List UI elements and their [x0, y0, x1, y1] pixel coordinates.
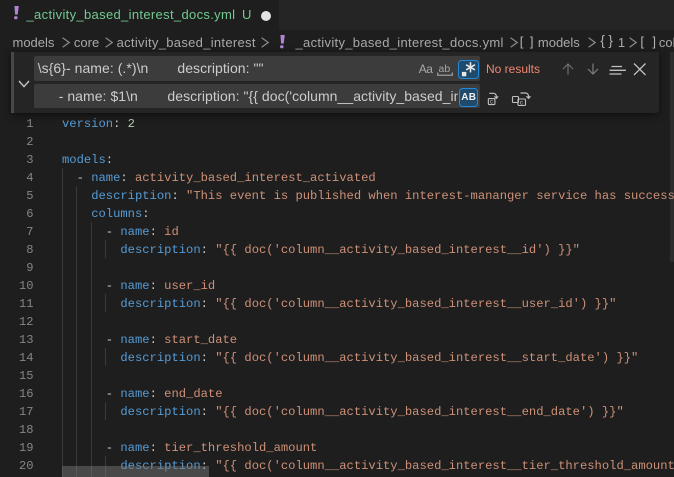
svg-text:ab: ab [439, 63, 451, 75]
svg-text:c: c [490, 99, 493, 106]
